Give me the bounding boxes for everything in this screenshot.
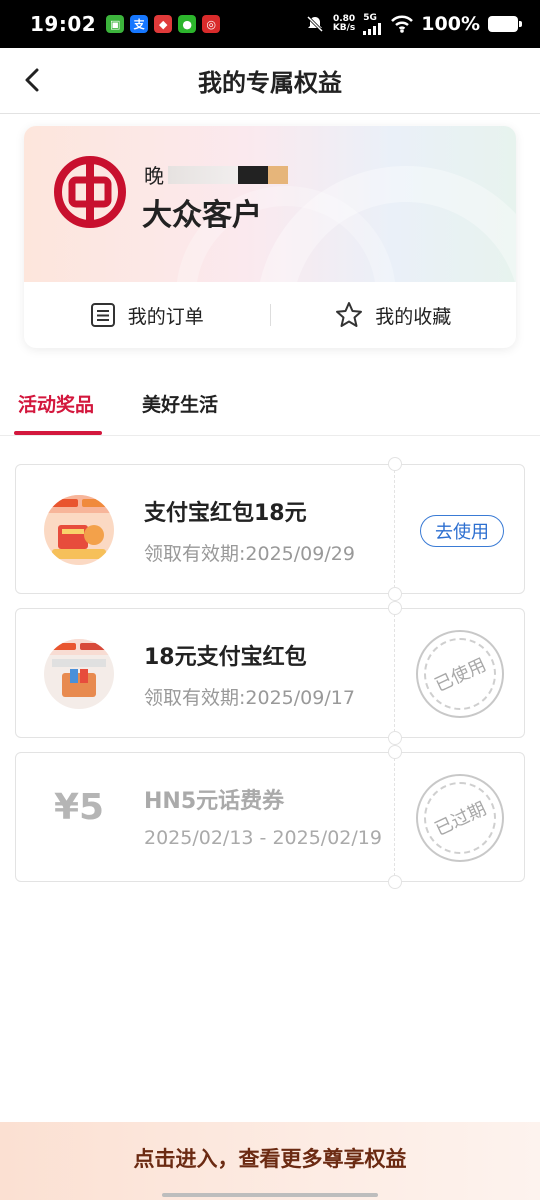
status-bar: 19:02 ▣ 支 ◆ ● ◎ 0.80 KB/s 5G 100%	[0, 0, 540, 48]
coupon-validity: 2025/02/13 - 2025/02/19	[144, 827, 382, 849]
coupon-title: HN5元话费券	[144, 789, 285, 814]
tab-bar: 活动奖品 美好生活	[0, 378, 540, 436]
coupon-thumbnail	[44, 639, 114, 709]
app-icon: ◎	[202, 15, 221, 33]
use-coupon-button[interactable]: 去使用	[420, 515, 504, 547]
stamp-inner-ring: 已使用	[424, 638, 496, 710]
order-list-icon	[90, 303, 115, 327]
profile-card: 晚 大众客户 我的订单 我的收藏	[24, 126, 516, 348]
battery-icon	[488, 16, 522, 32]
coupon-notch	[388, 745, 402, 759]
page-title: 我的专属权益	[198, 69, 342, 97]
more-benefits-text: 点击进入，查看更多尊享权益	[133, 1147, 407, 1171]
stamp-text: 已使用	[431, 654, 490, 697]
coupon-value: ¥5	[54, 787, 105, 828]
app-icon: ◆	[154, 15, 173, 33]
redaction-mask	[268, 165, 288, 184]
redaction-mask	[238, 165, 268, 184]
signal-indicator: 5G	[363, 13, 383, 35]
coupon-notch	[388, 731, 402, 745]
customer-level: 大众客户	[142, 198, 262, 233]
status-time: 19:02	[30, 12, 97, 36]
coupon-notch	[388, 587, 402, 601]
coupon-notch	[388, 601, 402, 615]
coupon-thumbnail	[44, 495, 114, 565]
stamp-text: 已过期	[431, 798, 490, 841]
page-header: 我的专属权益	[0, 48, 540, 114]
coupon-title: 18元支付宝红包	[144, 645, 307, 670]
coupon-validity: 领取有效期:2025/09/29	[144, 543, 355, 565]
back-button[interactable]	[12, 60, 52, 100]
my-orders-button[interactable]: 我的订单	[24, 282, 270, 348]
coupon-separator	[394, 609, 395, 737]
net-speed-unit: KB/s	[332, 23, 356, 33]
coupon-separator	[394, 465, 395, 593]
user-name: 晚	[144, 160, 288, 189]
coupon-card[interactable]: 18元支付宝红包 领取有效期:2025/09/17 已使用	[15, 601, 525, 745]
net-speed: 0.80 KB/s	[333, 15, 355, 33]
bank-of-china-logo-icon	[54, 156, 126, 228]
status-indicators: 0.80 KB/s 5G 100%	[305, 13, 522, 35]
coupon-title: 支付宝红包18元	[144, 501, 307, 526]
mute-bell-icon	[306, 15, 323, 33]
wifi-icon	[391, 15, 414, 33]
coupon-card[interactable]: ¥5 HN5元话费券 2025/02/13 - 2025/02/19 已过期	[15, 745, 525, 889]
coupon-validity: 领取有效期:2025/09/17	[144, 687, 355, 709]
user-name-text: 晚	[144, 164, 164, 188]
signal-bars-icon	[363, 23, 382, 35]
status-app-icons: ▣ 支 ◆ ● ◎	[106, 15, 221, 33]
coupon-notch	[388, 457, 402, 471]
stamp-inner-ring: 已过期	[424, 782, 496, 854]
wechat-pay-icon: ▣	[106, 15, 125, 33]
wechat-icon: ●	[178, 15, 197, 33]
used-stamp: 已使用	[416, 630, 504, 718]
coupon-card[interactable]: 支付宝红包18元 领取有效期:2025/09/29 去使用	[15, 457, 525, 601]
profile-actions: 我的订单 我的收藏	[24, 282, 516, 348]
profile-banner: 晚 大众客户	[24, 126, 516, 282]
red-packet-promo-image	[44, 639, 114, 709]
tab-activity-prizes[interactable]: 活动奖品	[18, 390, 94, 417]
my-favorites-button[interactable]: 我的收藏	[271, 282, 517, 348]
my-orders-label: 我的订单	[127, 305, 204, 328]
chevron-left-icon	[25, 68, 39, 92]
coupon-separator	[394, 753, 395, 881]
network-type: 5G	[363, 13, 377, 23]
star-icon	[336, 302, 363, 327]
coupon-notch	[388, 875, 402, 889]
expired-stamp: 已过期	[416, 774, 504, 862]
redaction-mask	[168, 165, 238, 184]
home-indicator[interactable]	[162, 1193, 378, 1197]
my-favorites-label: 我的收藏	[375, 305, 452, 328]
tab-good-life[interactable]: 美好生活	[142, 390, 218, 417]
more-benefits-banner[interactable]: 点击进入，查看更多尊享权益	[0, 1122, 540, 1200]
red-packet-promo-image	[44, 495, 114, 565]
alipay-icon: 支	[130, 15, 149, 33]
active-tab-indicator	[14, 431, 102, 435]
battery-percent: 100%	[421, 13, 480, 35]
